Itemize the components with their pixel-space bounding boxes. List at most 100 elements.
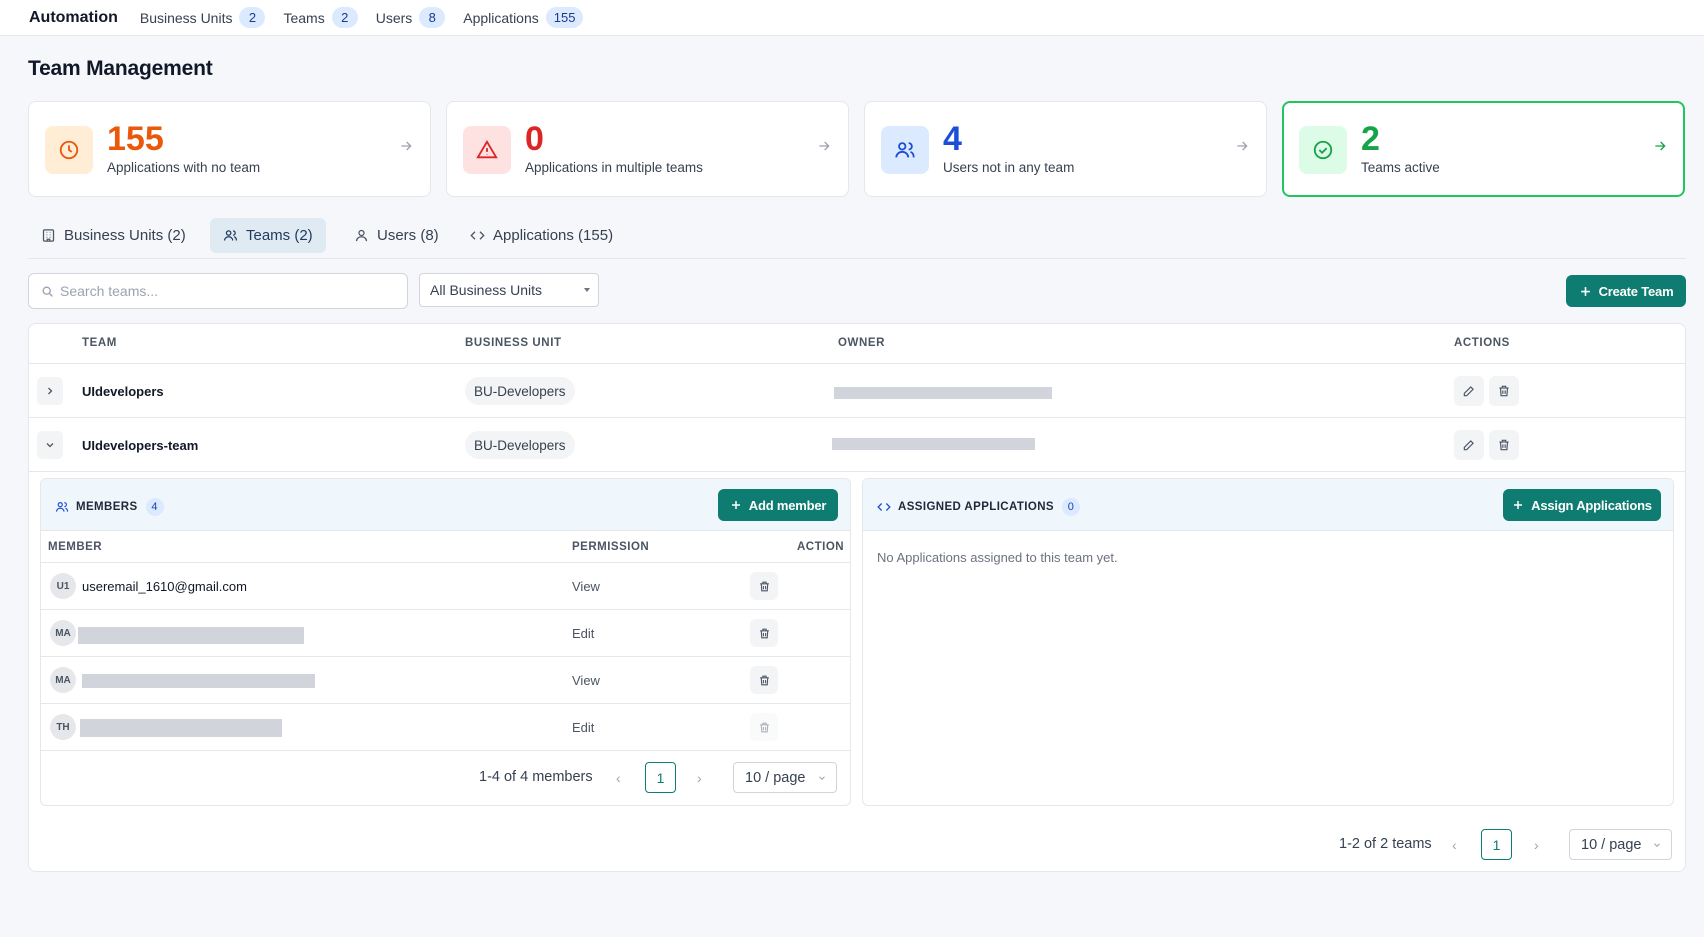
member-permission[interactable]: Edit [572,720,594,735]
expand-row-button[interactable] [37,377,63,405]
nav-applications[interactable]: Applications 155 [463,7,584,28]
pagination-summary: 1-2 of 2 teams [1339,836,1432,852]
member-email-redacted [80,719,282,737]
page-size-select[interactable]: 10 / page [733,762,837,793]
create-team-button[interactable]: Create Team [1566,275,1686,307]
column-header-team: TEAM [82,337,117,349]
assign-applications-label: Assign Applications [1531,497,1652,513]
table-row: UIdevelopers BU-Developers [29,364,1685,418]
plus-icon [1514,501,1523,509]
stat-label: Applications with no team [107,160,261,175]
delete-team-button[interactable] [1489,430,1519,460]
user-icon [355,229,368,242]
arrow-right-icon [1234,138,1250,157]
create-team-label: Create Team [1598,283,1674,299]
table-header: TEAM BUSINESS UNIT OWNER ACTIONS [29,324,1685,364]
stat-value: 2 [1361,120,1380,158]
building-icon [42,229,55,242]
remove-member-button[interactable] [750,713,778,741]
next-page-button[interactable]: › [1534,837,1539,853]
member-permission[interactable]: Edit [572,626,594,641]
table-row: UIdevelopers-team BU-Developers [29,418,1685,472]
remove-member-button[interactable] [750,666,778,694]
check-circle-icon [1299,126,1347,174]
tab-label: Users (8) [377,227,439,244]
next-page-button[interactable]: › [697,770,702,786]
member-email-redacted [82,674,315,688]
page-size-value: 10 / page [745,769,806,786]
add-member-button[interactable]: Add member [718,489,838,521]
members-count-badge: 4 [145,498,164,516]
prev-page-button[interactable]: ‹ [616,770,621,786]
stat-card-multiple-teams[interactable]: 0 Applications in multiple teams [446,101,849,197]
search-input[interactable] [60,283,380,299]
remove-member-button[interactable] [750,572,778,600]
empty-state-text: No Applications assigned to this team ye… [877,550,1118,565]
assigned-count-badge: 0 [1062,498,1080,516]
tab-business-units[interactable]: Business Units (2) [28,218,199,253]
column-header-actions: ACTIONS [1454,337,1510,349]
assigned-panel-header: ASSIGNED APPLICATIONS 0 Assign Applicati… [863,479,1673,531]
add-member-label: Add member [748,497,827,513]
assigned-applications-panel: ASSIGNED APPLICATIONS 0 Assign Applicati… [862,478,1674,806]
members-title-text: MEMBERS [76,501,138,513]
stat-value: 155 [107,120,164,158]
tab-label: Business Units (2) [64,227,186,244]
brand-title[interactable]: Automation [29,9,118,27]
stat-card-no-team[interactable]: 155 Applications with no team [28,101,431,197]
nav-business-units[interactable]: Business Units 2 [140,7,266,28]
pencil-icon [1463,386,1474,397]
assign-applications-button[interactable]: Assign Applications [1503,489,1661,521]
page-title: Team Management [28,57,213,80]
tab-applications[interactable]: Applications (155) [457,218,626,253]
remove-member-button[interactable] [750,619,778,647]
avatar: MA [50,667,76,693]
page-size-select[interactable]: 10 / page [1569,829,1672,860]
assigned-title: ASSIGNED APPLICATIONS 0 [877,498,1080,516]
nav-count-badge: 2 [331,7,358,28]
delete-team-button[interactable] [1489,376,1519,406]
page-number-button[interactable]: 1 [645,762,676,793]
nav-count-badge: 155 [545,7,584,28]
column-header-permission: PERMISSION [572,541,650,553]
warning-icon [463,126,511,174]
member-permission[interactable]: View [572,579,600,594]
business-unit-filter[interactable]: All Business Units [419,273,599,307]
owner-redacted [832,438,1035,450]
page-size-value: 10 / page [1581,836,1642,853]
tab-teams[interactable]: Teams (2) [210,218,326,253]
nav-users[interactable]: Users 8 [376,7,446,28]
prev-page-button[interactable]: ‹ [1452,837,1457,853]
trash-icon [1499,385,1509,397]
assigned-title-text: ASSIGNED APPLICATIONS [898,501,1054,513]
pencil-icon [1463,440,1474,451]
stat-card-users-no-team[interactable]: 4 Users not in any team [864,101,1267,197]
page-number-button[interactable]: 1 [1481,829,1512,860]
collapse-row-button[interactable] [37,431,63,459]
stat-label: Applications in multiple teams [525,160,703,175]
team-name[interactable]: UIdevelopers-team [82,438,198,453]
tab-users[interactable]: Users (8) [341,218,452,253]
stat-label: Users not in any team [943,160,1075,175]
stat-label: Teams active [1361,160,1440,175]
nav-label: Teams [283,9,325,26]
edit-team-button[interactable] [1454,376,1484,406]
avatar: TH [50,714,76,740]
stat-card-teams-active[interactable]: 2 Teams active [1282,101,1685,197]
column-header-business-unit: BUSINESS UNIT [465,337,562,349]
team-name[interactable]: UIdevelopers [82,384,164,399]
users-icon [55,502,69,512]
search-icon [42,285,53,297]
filter-value: All Business Units [430,282,543,298]
top-nav: Automation Business Units 2 Teams 2 Users 8… [0,0,1704,36]
owner-redacted [834,387,1052,399]
nav-teams[interactable]: Teams 2 [283,7,358,28]
nav-label: Users [375,9,413,26]
column-header-member: MEMBER [48,541,103,553]
column-header-owner: OWNER [838,337,886,349]
members-title: MEMBERS 4 [55,498,164,516]
edit-team-button[interactable] [1454,430,1484,460]
search-box [28,273,408,309]
member-permission[interactable]: View [572,673,600,688]
plus-icon [1580,286,1590,296]
